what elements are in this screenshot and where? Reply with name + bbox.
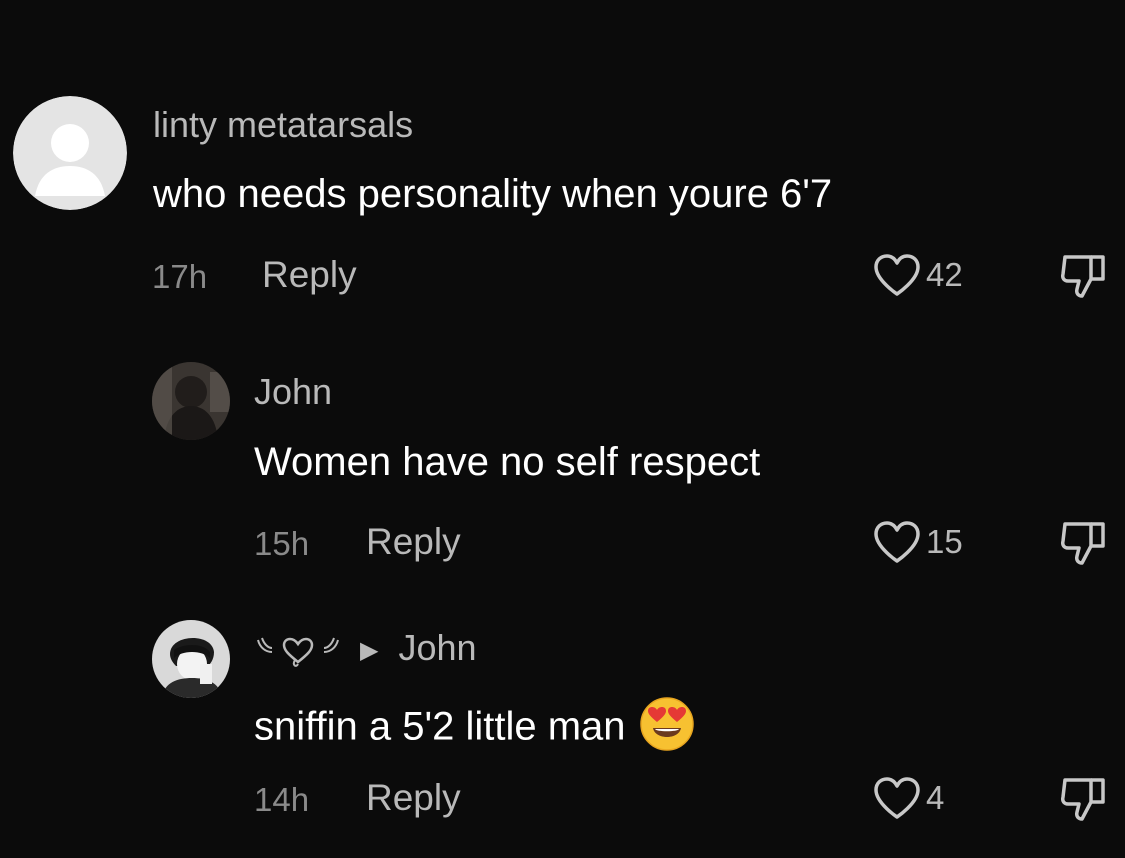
comment-timestamp: 17h bbox=[152, 258, 208, 295]
dislike-button[interactable] bbox=[1058, 252, 1110, 305]
comment-username[interactable]: ▶ John bbox=[254, 627, 477, 669]
default-avatar-icon bbox=[13, 96, 127, 210]
heart-icon bbox=[874, 254, 920, 296]
comment-timestamp: 14h bbox=[254, 781, 310, 818]
heart-eyes-emoji bbox=[639, 696, 695, 762]
winged-heart-icon bbox=[257, 638, 339, 668]
dislike-button[interactable] bbox=[1058, 519, 1110, 572]
thumbs-down-icon bbox=[1061, 778, 1105, 821]
anime-avatar bbox=[152, 620, 230, 698]
comment-text: sniffin a 5'2 little man bbox=[254, 696, 695, 762]
heart-icon bbox=[874, 777, 920, 819]
like-button[interactable]: 15 bbox=[872, 519, 963, 565]
comment-username[interactable]: linty metatarsals bbox=[153, 104, 413, 146]
thumbs-down-icon bbox=[1061, 522, 1105, 565]
avatar[interactable] bbox=[152, 620, 230, 698]
comment-text: who needs personality when youre 6'7 bbox=[153, 172, 833, 216]
comment-timestamp: 15h bbox=[254, 525, 310, 562]
avatar[interactable] bbox=[152, 362, 230, 440]
comment-text-content: sniffin a 5'2 little man bbox=[254, 704, 626, 749]
thumbs-down-icon bbox=[1061, 255, 1105, 298]
reply-button[interactable]: Reply bbox=[262, 254, 357, 296]
user-photo-avatar bbox=[152, 362, 230, 440]
like-button[interactable]: 4 bbox=[872, 775, 944, 821]
like-button[interactable]: 42 bbox=[872, 252, 963, 298]
dislike-button[interactable] bbox=[1058, 775, 1110, 828]
avatar[interactable] bbox=[13, 96, 127, 210]
reply-to-username[interactable]: John bbox=[399, 627, 477, 668]
like-count: 42 bbox=[926, 256, 963, 293]
reply-arrow-icon: ▶ bbox=[360, 636, 379, 664]
like-count: 15 bbox=[926, 523, 963, 560]
comment-username[interactable]: John bbox=[254, 371, 332, 413]
heart-icon bbox=[874, 521, 920, 563]
like-count: 4 bbox=[926, 779, 945, 816]
reply-button[interactable]: Reply bbox=[366, 777, 461, 819]
comment-text: Women have no self respect bbox=[254, 440, 761, 484]
reply-button[interactable]: Reply bbox=[366, 521, 461, 563]
